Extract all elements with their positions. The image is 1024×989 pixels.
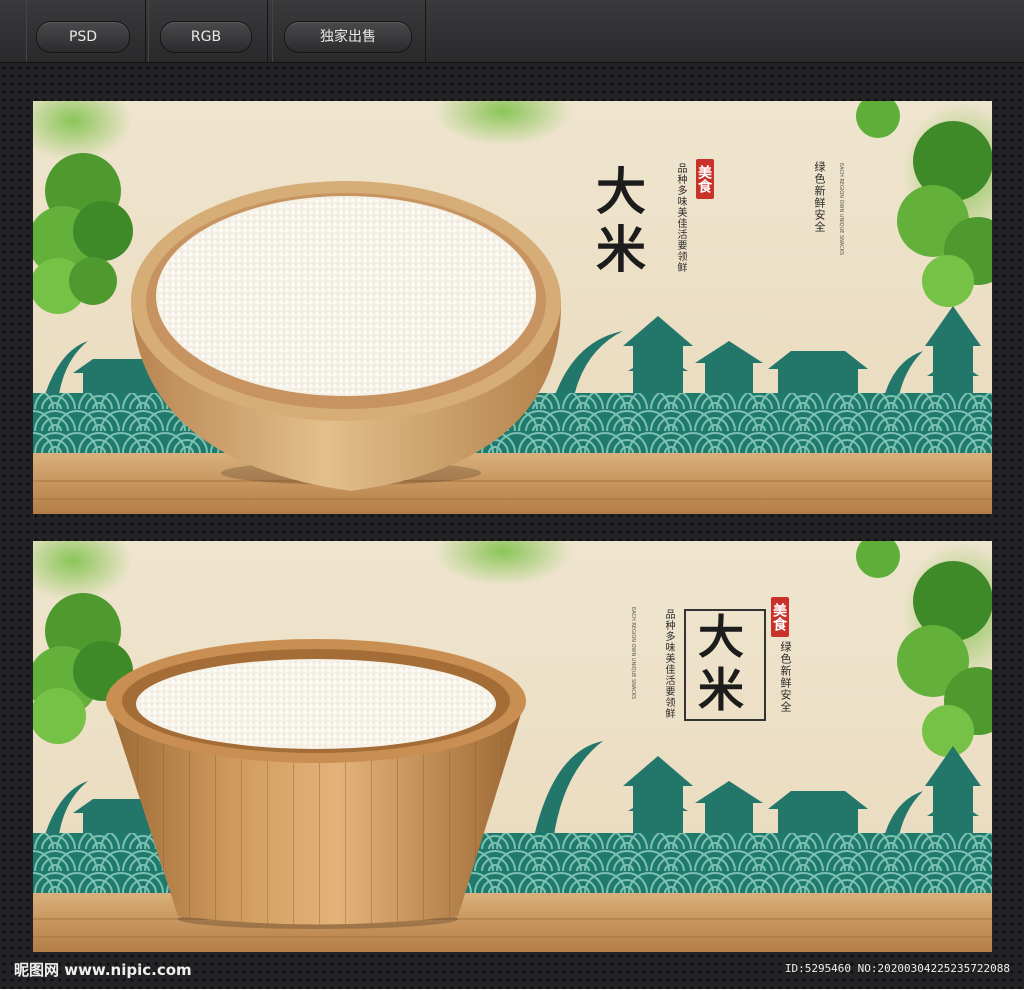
design-preview-1: 大 米 品种多味美佳活要领鲜 美食 绿色新鲜安全 EACH REGION OWN… — [33, 101, 992, 514]
panel2-artwork — [33, 541, 992, 952]
seal-stamp: 美食 — [696, 159, 714, 199]
panel1-artwork — [33, 101, 992, 514]
rice-bowl-illustration — [106, 639, 526, 929]
slogan-right: 绿色新鲜安全 — [813, 161, 826, 233]
tag-exclusive[interactable]: 独家出售 — [284, 21, 412, 53]
design-preview-2: 大 米 品种多味美佳活要领鲜 美食 绿色新鲜安全 EACH REGION OWN… — [33, 541, 992, 952]
tag-rgb[interactable]: RGB — [160, 21, 252, 53]
image-id-text: ID:5295460 NO:20200304225235722088 — [784, 962, 1010, 975]
slogan-right: 绿色新鲜安全 — [779, 641, 792, 713]
title-char-1: 大 — [596, 162, 646, 221]
slogan-left: 品种多味美佳活要领鲜 — [663, 609, 674, 719]
left-tree-illustration — [33, 153, 133, 314]
english-caption: EACH REGION OWN UNIQUE SNACKS — [838, 163, 844, 256]
english-caption: EACH REGION OWN UNIQUE SNACKS — [630, 607, 636, 700]
tag-psd[interactable]: PSD — [36, 21, 130, 53]
nipic-logo[interactable]: 昵图网 www.nipic.com — [14, 959, 192, 980]
footer-bar: 昵图网 www.nipic.com ID:5295460 NO:20200304… — [0, 956, 1024, 989]
seal-stamp: 美食 — [771, 597, 789, 637]
title-char-2: 米 — [698, 663, 744, 717]
top-toolbar: PSD RGB 独家出售 — [0, 0, 1024, 63]
title-char-1: 大 — [698, 610, 744, 664]
title-char-2: 米 — [596, 220, 646, 279]
slogan-left: 品种多味美佳活要领鲜 — [675, 163, 686, 273]
